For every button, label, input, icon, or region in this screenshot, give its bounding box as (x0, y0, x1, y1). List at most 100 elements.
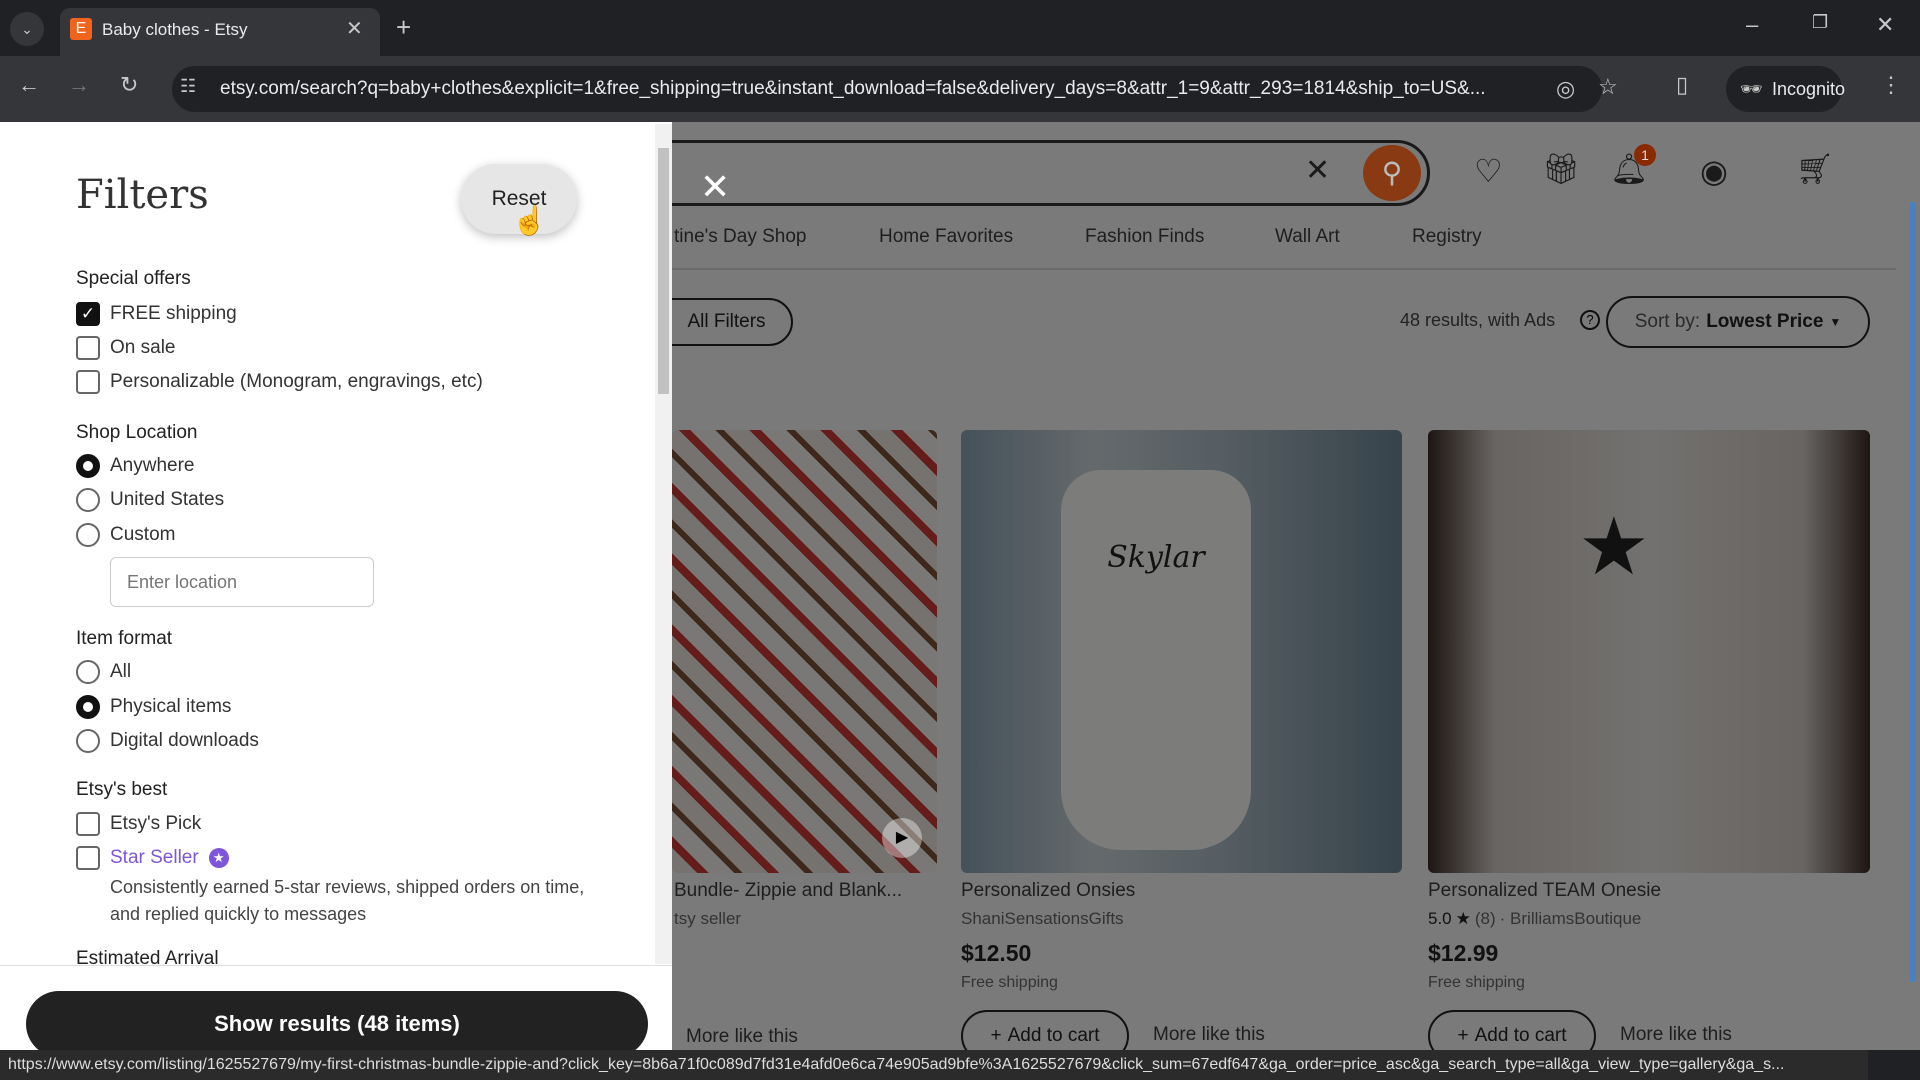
estimated-arrival-heading: Estimated Arrival (76, 948, 219, 966)
add-to-cart-label: Add to cart (1007, 1025, 1100, 1046)
listing-seller[interactable]: · BrilliamsBoutique (1500, 909, 1642, 929)
search-button[interactable]: ⚲ (1363, 145, 1421, 201)
tab-active[interactable]: E Baby clothes - Etsy ✕ (60, 8, 380, 56)
tab-title: Baby clothes - Etsy (102, 20, 248, 39)
review-count: (8) (1474, 909, 1496, 928)
more-like-this-link[interactable]: More like this (686, 1026, 798, 1048)
filter-on-sale[interactable]: On sale (76, 336, 175, 360)
incognito-label: Incognito (1772, 79, 1846, 99)
nav-registry[interactable]: Registry (1412, 226, 1482, 248)
menu-icon[interactable]: ⋮ (1880, 72, 1902, 98)
filter-etsys-pick[interactable]: Etsy's Pick (76, 812, 201, 836)
tab-search-button[interactable]: ⌄ (10, 12, 44, 46)
listing-seller: tsy seller (674, 909, 742, 928)
new-tab-icon[interactable]: + (396, 12, 411, 43)
ads-help-icon[interactable]: ? (1580, 310, 1600, 330)
restore-icon[interactable]: ❐ (1812, 12, 1828, 33)
radio[interactable] (76, 523, 100, 547)
radio-physical-items[interactable]: Physical items (76, 695, 231, 719)
radio-selected[interactable] (76, 454, 100, 478)
clear-search-icon[interactable]: ✕ (1305, 153, 1330, 188)
listing-image[interactable]: ★ (1428, 430, 1870, 873)
hand-cursor-icon: ☝ (512, 205, 547, 236)
sort-value: Lowest Price (1706, 311, 1824, 332)
caret-down-icon: ▼ (1829, 315, 1842, 329)
sort-dropdown[interactable]: Sort by: Lowest Price ▼ (1606, 296, 1870, 348)
shop-location-heading: Shop Location (76, 422, 198, 443)
add-to-cart-button[interactable]: + Add to cart (1428, 1010, 1596, 1050)
listing-image[interactable]: Skylar (961, 430, 1402, 873)
search-input[interactable]: ✕ ⚲ (560, 140, 1430, 206)
listing-title[interactable]: Bundle- Zippie and Blank... (674, 880, 902, 902)
radio[interactable] (76, 729, 100, 753)
bookmark-star-icon[interactable]: ☆ (1598, 74, 1618, 100)
option-label: Etsy's Pick (110, 813, 202, 834)
close-filters-icon[interactable]: ✕ (700, 166, 730, 208)
minimize-icon[interactable]: – (1746, 12, 1758, 38)
listing-price: $12.50 (961, 940, 1032, 966)
listing-image[interactable] (672, 430, 937, 873)
listing-price: $12.99 (1428, 940, 1499, 966)
favorites-heart-icon[interactable]: ♡ (1474, 152, 1503, 190)
back-icon[interactable]: ← (18, 72, 40, 98)
listing-seller[interactable]: ShaniSensationsGifts (961, 909, 1124, 929)
location-input[interactable] (110, 557, 374, 607)
cart-icon[interactable]: 🛒︎ (1796, 152, 1834, 187)
filter-star-seller[interactable]: Star Seller ★ (76, 846, 229, 870)
star-seller-description: Consistently earned 5-star reviews, ship… (110, 877, 585, 924)
all-filters-label: All Filters (687, 311, 766, 332)
incognito-badge[interactable]: 🕶 Incognito (1726, 66, 1846, 112)
play-video-icon[interactable]: ▶ (882, 818, 922, 858)
more-like-this-link[interactable]: More like this (1620, 1024, 1732, 1046)
filter-free-shipping[interactable]: ✓ FREE shipping (76, 302, 237, 326)
filter-personalizable[interactable]: Personalizable (Monogram, engravings, et… (76, 370, 483, 394)
checkbox-checked[interactable]: ✓ (76, 302, 100, 326)
radio-digital-downloads[interactable]: Digital downloads (76, 729, 259, 753)
star-seller-badge-icon: ★ (208, 848, 229, 868)
checkbox[interactable] (76, 812, 100, 836)
checkbox[interactable] (76, 846, 100, 870)
tab-strip: ⌄ E Baby clothes - Etsy ✕ + – ❐ ✕ (0, 0, 1920, 56)
page-scrollbar[interactable] (1910, 202, 1916, 982)
listing-title[interactable]: Personalized Onsies (961, 880, 1135, 902)
forward-icon[interactable]: → (68, 72, 90, 98)
address-bar[interactable]: ☷ etsy.com/search?q=baby+clothes&explici… (172, 66, 1618, 112)
checkbox[interactable] (76, 336, 100, 360)
nav-home-favorites[interactable]: Home Favorites (879, 226, 1013, 248)
listing-card[interactable]: Skylar Personalized Onsies ShaniSensatio… (961, 430, 1402, 1050)
listing-title[interactable]: Personalized TEAM Onesie (1428, 880, 1661, 902)
add-to-cart-label: Add to cart (1474, 1025, 1567, 1046)
radio[interactable] (76, 660, 100, 684)
filters-scrollbar[interactable] (655, 124, 672, 964)
etsy-page[interactable]: ✕ ⚲ ♡ 🎁︎ 🔔︎ 1 ◉ 🛒︎ tine's Day Shop Home … (0, 122, 1920, 1050)
site-info-icon[interactable]: ☷ (180, 76, 196, 97)
checkbox[interactable] (76, 370, 100, 394)
radio[interactable] (76, 488, 100, 512)
tracking-eye-off-icon[interactable]: ◎ (1556, 76, 1575, 102)
side-panel-icon[interactable]: ▯ (1676, 72, 1688, 98)
add-to-cart-button[interactable]: + Add to cart (961, 1010, 1129, 1050)
radio-united-states[interactable]: United States (76, 488, 224, 512)
radio-all[interactable]: All (76, 660, 131, 684)
listing-card[interactable]: ★ Personalized TEAM Onesie 5.0 ★ (8) · Bril… (1428, 430, 1870, 1050)
option-label: On sale (110, 337, 176, 358)
listing-card[interactable]: ▶ Bundle- Zippie and Blank... tsy seller… (672, 430, 937, 1050)
close-window-icon[interactable]: ✕ (1876, 12, 1894, 38)
reload-icon[interactable]: ↻ (120, 72, 138, 98)
radio-anywhere[interactable]: Anywhere (76, 454, 195, 478)
tab-close-icon[interactable]: ✕ (346, 16, 363, 41)
more-like-this-link[interactable]: More like this (1153, 1024, 1265, 1046)
account-avatar-icon[interactable]: ◉ (1700, 152, 1728, 190)
free-shipping-label: Free shipping (961, 974, 1058, 991)
nav-fashion-finds[interactable]: Fashion Finds (1085, 226, 1204, 248)
nav-wall-art[interactable]: Wall Art (1275, 226, 1340, 248)
gift-icon[interactable]: 🎁︎ (1542, 152, 1580, 187)
status-bar-url: https://www.etsy.com/listing/1625527679/… (0, 1050, 1868, 1080)
radio-custom[interactable]: Custom (76, 523, 175, 547)
url-text: etsy.com/search?q=baby+clothes&explicit=… (220, 78, 1486, 99)
radio-selected[interactable] (76, 695, 100, 719)
nav-valentines-day-shop[interactable]: tine's Day Shop (674, 226, 806, 248)
show-results-button[interactable]: Show results (48 items) (26, 991, 648, 1050)
scrollbar-thumb[interactable] (658, 148, 669, 394)
search-icon: ⚲ (1381, 157, 1403, 188)
